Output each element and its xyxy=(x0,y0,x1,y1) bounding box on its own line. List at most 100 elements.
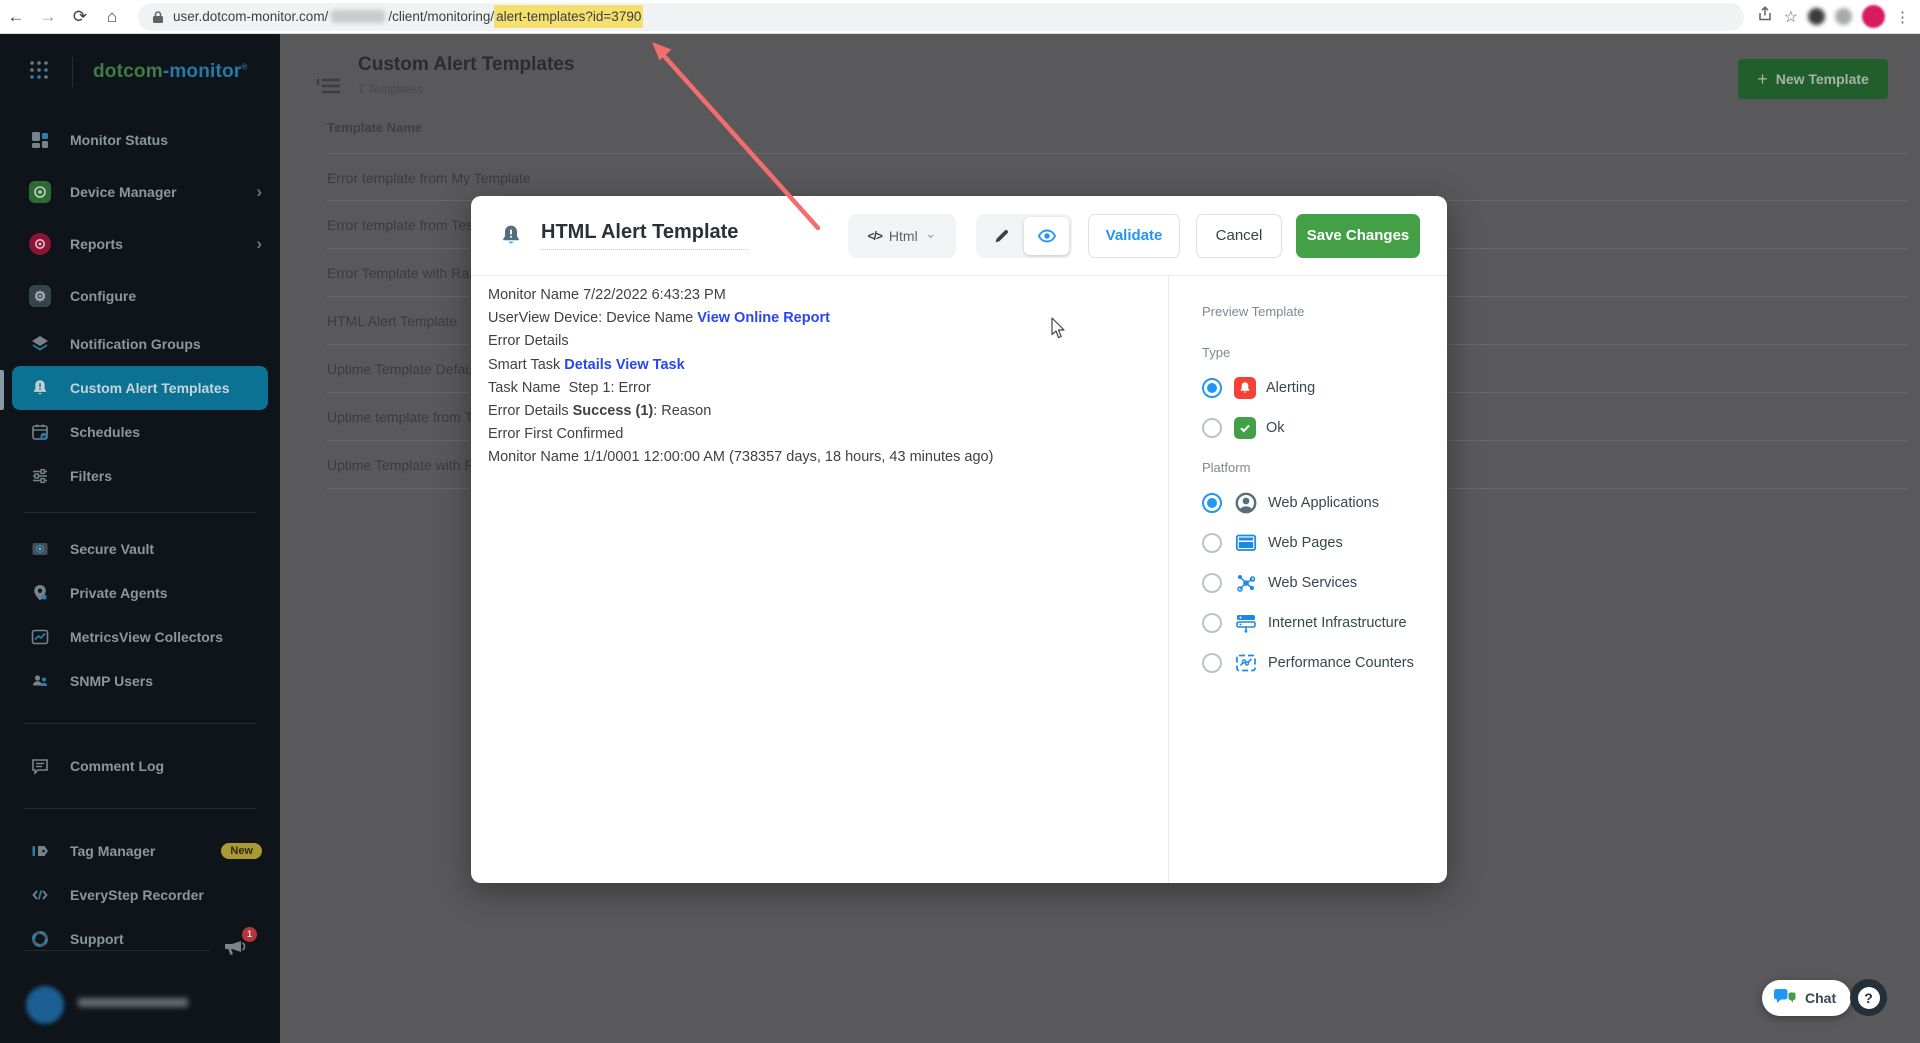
type-option-ok[interactable]: Ok xyxy=(1202,408,1437,448)
internet-infrastructure-icon xyxy=(1234,611,1258,635)
platform-option-web-services[interactable]: Web Services xyxy=(1202,563,1437,603)
preview-line: Monitor Name 7/22/2022 6:43:23 PM xyxy=(488,284,1148,307)
platform-option-internet-infrastructure[interactable]: Internet Infrastructure xyxy=(1202,603,1437,643)
notification-groups-icon xyxy=(28,332,52,356)
type-group-label: Type xyxy=(1202,345,1437,360)
forward-icon[interactable]: → xyxy=(32,0,64,34)
radio-unselected[interactable] xyxy=(1202,533,1222,553)
sidebar-item-reports[interactable]: Reports › xyxy=(0,218,280,270)
radio-unselected[interactable] xyxy=(1202,653,1222,673)
apps-grid-icon[interactable] xyxy=(28,59,50,86)
preview-line: Error Details Success (1): Reason xyxy=(488,400,1148,423)
announcements-megaphone-icon[interactable]: 1 xyxy=(222,934,248,963)
refresh-icon[interactable]: ⟳ xyxy=(64,0,96,34)
chat-button[interactable]: Chat xyxy=(1762,980,1851,1016)
sidebar-item-filters[interactable]: Filters xyxy=(0,454,280,498)
private-agents-pin-icon xyxy=(28,581,52,605)
sidebar-item-private-agents[interactable]: Private Agents xyxy=(0,571,280,615)
monitor-status-icon xyxy=(28,128,52,152)
sidebar-item-label: Schedules xyxy=(70,424,140,440)
radio-selected[interactable] xyxy=(1202,493,1222,513)
sidebar-item-comment-log[interactable]: Comment Log xyxy=(0,744,280,788)
sidebar-item-label: EveryStep Recorder xyxy=(70,887,204,903)
preview-text: : Reason xyxy=(653,403,711,419)
radio-unselected[interactable] xyxy=(1202,613,1222,633)
type-option-alerting[interactable]: Alerting xyxy=(1202,368,1437,408)
question-mark-icon: ? xyxy=(1858,987,1880,1009)
extension-icon[interactable] xyxy=(1835,8,1852,25)
table-row[interactable]: Error template from My Template xyxy=(327,153,1908,201)
share-icon[interactable] xyxy=(1756,5,1774,28)
sidebar-nav: Monitor Status Device Manager › Reports … xyxy=(0,110,280,961)
home-icon[interactable]: ⌂ xyxy=(96,0,128,34)
cancel-button[interactable]: Cancel xyxy=(1196,214,1282,258)
sidebar-item-schedules[interactable]: Schedules xyxy=(0,410,280,454)
details-view-task-link[interactable]: Details View Task xyxy=(564,357,684,373)
preview-mode-button[interactable] xyxy=(1024,217,1069,255)
list-view-icon[interactable] xyxy=(316,74,342,103)
sidebar-item-metricsview-collectors[interactable]: MetricsView Collectors xyxy=(0,615,280,659)
alerting-bell-icon xyxy=(1234,377,1256,399)
sidebar-item-label: MetricsView Collectors xyxy=(70,629,223,645)
schedules-calendar-icon xyxy=(28,420,52,444)
new-badge: New xyxy=(221,843,262,859)
chevron-down-icon: ⌄ xyxy=(925,225,937,242)
preview-text: Error Details xyxy=(488,403,573,419)
format-dropdown[interactable]: </> Html ⌄ xyxy=(848,214,956,258)
device-manager-icon xyxy=(28,180,52,204)
browser-menu-icon[interactable]: ⋮ xyxy=(1895,8,1910,26)
option-label: Alerting xyxy=(1266,380,1315,396)
sidebar-item-label: Comment Log xyxy=(70,758,164,774)
option-label: Performance Counters xyxy=(1268,655,1414,671)
user-name-redacted xyxy=(78,986,188,1024)
pencil-icon xyxy=(993,227,1011,245)
preview-line: Error Details xyxy=(488,330,1148,353)
sidebar-item-label: SNMP Users xyxy=(70,673,153,689)
sidebar-item-label: Support xyxy=(70,931,124,947)
view-online-report-link[interactable]: View Online Report xyxy=(697,310,830,326)
sidebar-item-configure[interactable]: ⚙ Configure xyxy=(0,270,280,322)
address-bar[interactable]: user.dotcom-monitor.com/ /client/monitor… xyxy=(138,3,1744,31)
validate-button[interactable]: Validate xyxy=(1088,214,1180,258)
sidebar-item-device-manager[interactable]: Device Manager › xyxy=(0,166,280,218)
radio-unselected[interactable] xyxy=(1202,573,1222,593)
platform-option-web-applications[interactable]: Web Applications xyxy=(1202,483,1437,523)
preview-text: Monitor Name 7/22/2022 6:43:23 PM xyxy=(488,287,726,303)
preview-text: Monitor Name 1/1/0001 12:00:00 AM (73835… xyxy=(488,449,993,465)
option-label: Web Services xyxy=(1268,575,1357,591)
browser-profile-avatar[interactable] xyxy=(1862,5,1885,28)
radio-unselected[interactable] xyxy=(1202,418,1222,438)
sidebar-item-notification-groups[interactable]: Notification Groups xyxy=(0,322,280,366)
dotcom-monitor-logo[interactable]: dotcom-monitor® xyxy=(93,61,248,83)
extension-icon[interactable] xyxy=(1808,8,1825,25)
new-template-button[interactable]: + New Template xyxy=(1738,59,1888,99)
back-icon[interactable]: ← xyxy=(0,0,32,34)
performance-counters-icon xyxy=(1234,651,1258,675)
preview-line: Monitor Name 1/1/0001 12:00:00 AM (73835… xyxy=(488,446,1148,469)
comment-log-icon xyxy=(28,754,52,778)
platform-option-web-pages[interactable]: Web Pages xyxy=(1202,523,1437,563)
sidebar-item-monitor-status[interactable]: Monitor Status xyxy=(0,114,280,166)
sidebar-item-label: Reports xyxy=(70,236,123,252)
chevron-right-icon: › xyxy=(256,234,262,254)
help-button[interactable]: ? xyxy=(1850,979,1887,1016)
radio-selected[interactable] xyxy=(1202,378,1222,398)
everystep-code-icon xyxy=(28,883,52,907)
sidebar-item-label: Configure xyxy=(70,288,136,304)
sidebar-item-everystep-recorder[interactable]: EveryStep Recorder xyxy=(0,873,280,917)
sidebar-item-custom-alert-templates[interactable]: Custom Alert Templates xyxy=(12,366,268,410)
sidebar-item-label: Notification Groups xyxy=(70,336,201,352)
platform-option-performance-counters[interactable]: Performance Counters xyxy=(1202,643,1437,683)
sidebar-item-tag-manager[interactable]: Tag Manager New xyxy=(0,829,280,873)
bookmark-star-icon[interactable]: ☆ xyxy=(1784,7,1798,27)
user-account[interactable] xyxy=(26,986,188,1024)
sidebar-item-secure-vault[interactable]: Secure Vault xyxy=(0,527,280,571)
ok-check-icon xyxy=(1234,417,1256,439)
preview-line: Error First Confirmed xyxy=(488,423,1148,446)
option-label: Web Pages xyxy=(1268,535,1343,551)
sidebar-item-snmp-users[interactable]: SNMP Users xyxy=(0,659,280,703)
edit-mode-button[interactable] xyxy=(979,217,1024,255)
edit-preview-toggle xyxy=(976,214,1072,258)
web-applications-icon xyxy=(1234,491,1258,515)
save-changes-button[interactable]: Save Changes xyxy=(1296,214,1420,258)
